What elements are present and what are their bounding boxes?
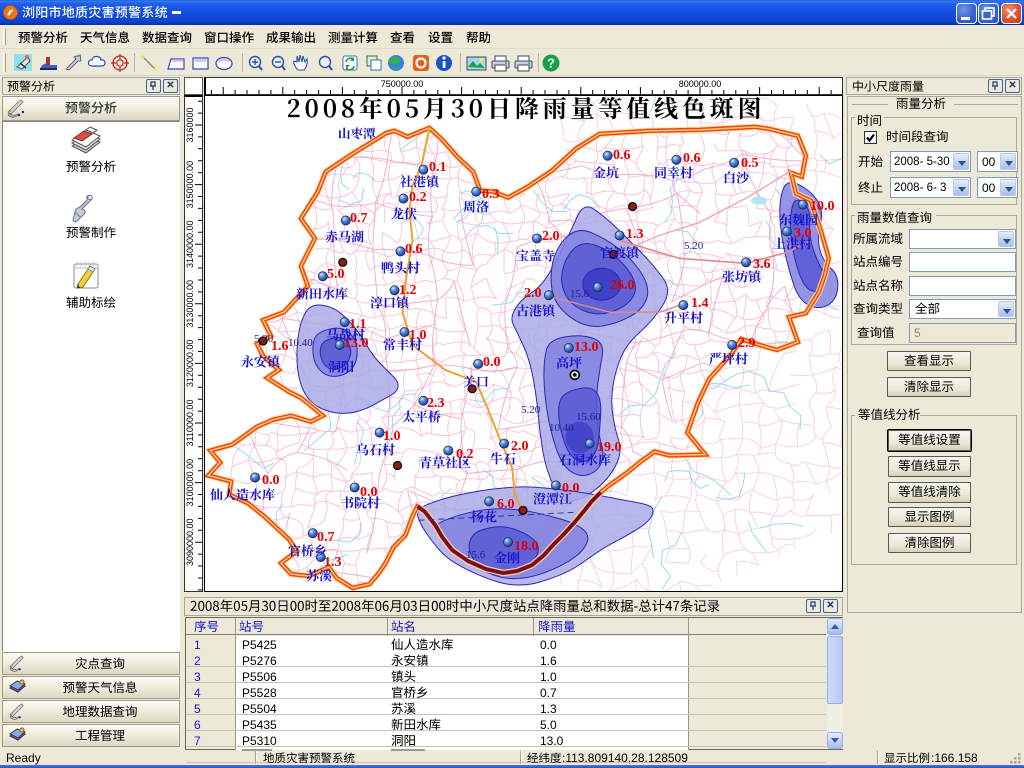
svg-text:3130000.00: 3130000.00 (185, 280, 195, 328)
svg-text:3110000.00: 3110000.00 (185, 400, 195, 447)
svg-text:3120000.00: 3120000.00 (185, 340, 195, 388)
svg-text:?: ? (547, 56, 555, 71)
svg-text:3090000.00: 3090000.00 (185, 518, 195, 566)
svg-text:3150000.00: 3150000.00 (185, 161, 195, 209)
svg-text:3100000.00: 3100000.00 (185, 459, 195, 507)
svg-text:3140000.00: 3140000.00 (185, 220, 195, 268)
svg-text:3160000: 3160000 (185, 107, 195, 142)
